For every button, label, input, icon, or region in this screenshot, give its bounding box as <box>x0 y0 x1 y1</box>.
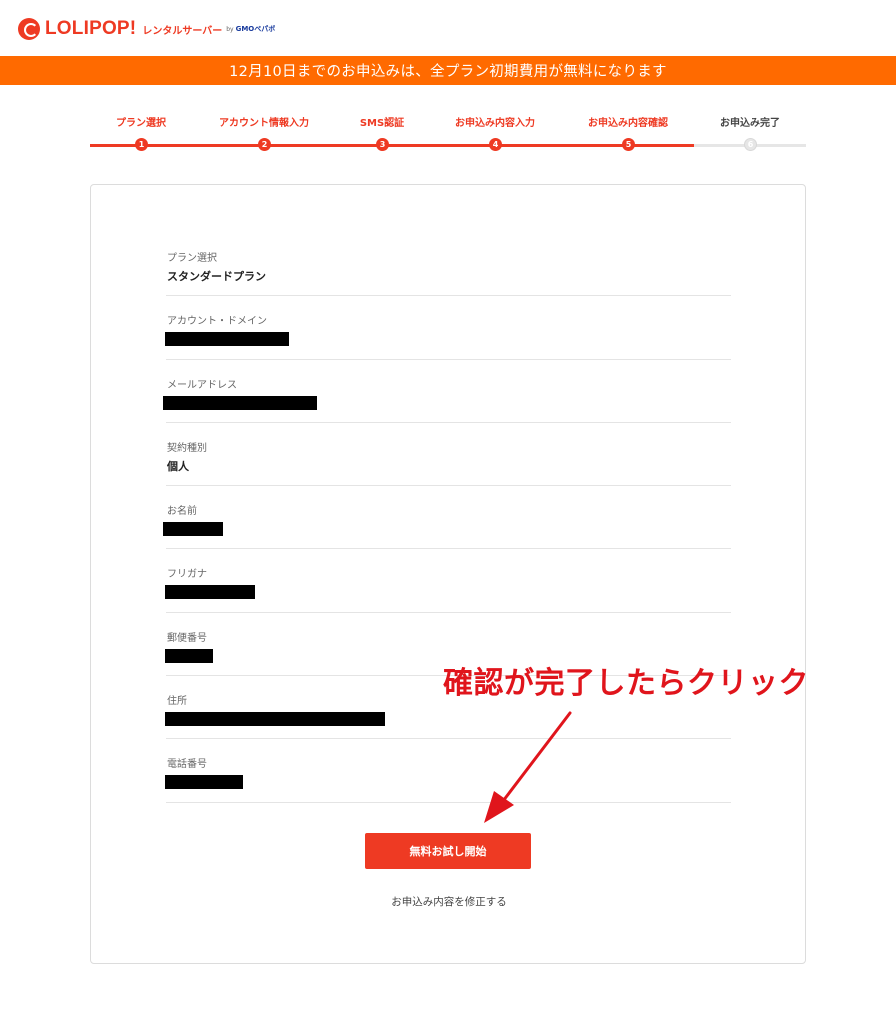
step-number: 4 <box>489 138 502 151</box>
step-plan-select: プラン選択 1 <box>76 110 206 151</box>
lolipop-logo-icon <box>18 18 40 40</box>
step-account-info: アカウント情報入力 2 <box>199 110 329 151</box>
redacted-value <box>165 775 243 790</box>
row-label: お名前 <box>167 506 197 518</box>
row-label: フリガナ <box>167 569 207 581</box>
step-progress-bar <box>90 144 694 147</box>
step-number: 5 <box>622 138 635 151</box>
summary-row-furigana: フリガナ <box>165 549 731 613</box>
step-label: SMS認証 <box>359 118 405 129</box>
row-value: スタンダードプラン <box>167 270 266 283</box>
redacted-value <box>165 585 255 600</box>
logo-text: LOLIPOP! <box>45 18 137 39</box>
campaign-banner: 12月10日までのお申込みは、全プラン初期費用が無料になります <box>0 56 896 85</box>
row-label: 契約種別 <box>167 442 207 454</box>
step-number: 6 <box>744 138 757 151</box>
step-label: プラン選択 <box>116 118 166 129</box>
redacted-value <box>165 712 385 727</box>
row-label: 電話番号 <box>167 759 207 771</box>
redacted-value <box>163 395 317 410</box>
summary-row-phone: 電話番号 <box>165 739 731 803</box>
step-number: 2 <box>258 138 271 151</box>
step-application-input: お申込み内容入力 4 <box>430 110 560 151</box>
step-number: 3 <box>376 138 389 151</box>
step-label: お申込み内容入力 <box>455 118 535 129</box>
step-application-complete: お申込み完了 6 <box>685 110 815 151</box>
edit-application-link[interactable]: お申込み内容を修正する <box>391 896 507 908</box>
summary-row-plan: プラン選択 スタンダードプラン <box>166 233 731 297</box>
row-label: メールアドレス <box>167 379 237 391</box>
row-label: 郵便番号 <box>167 632 207 644</box>
step-label: お申込み完了 <box>720 118 780 129</box>
summary-row-contract-type: 契約種別 個人 <box>166 423 731 487</box>
redacted-value <box>165 648 213 663</box>
redacted-value <box>163 522 223 537</box>
row-label: アカウント・ドメイン <box>167 316 267 328</box>
step-application-confirm: お申込み内容確認 5 <box>563 110 693 151</box>
logo-subtitle: レンタルサーバー <box>142 25 223 37</box>
instruction-annotation: 確認が完了したらクリック <box>443 666 809 701</box>
summary-row-account-domain: アカウント・ドメイン <box>165 296 731 360</box>
step-label: アカウント情報入力 <box>219 118 309 129</box>
step-label: お申込み内容確認 <box>588 118 668 129</box>
gmo-pepabo-logo: GMOペパボ <box>235 25 276 33</box>
progress-steps: プラン選択 1 アカウント情報入力 2 SMS認証 3 お申込み内容入力 4 お… <box>90 110 806 156</box>
summary-row-email: メールアドレス <box>163 360 731 423</box>
row-value: 個人 <box>167 459 189 473</box>
banner-text: 12月10日までのお申込みは、全プラン初期費用が無料になります <box>229 64 667 80</box>
annotation-arrow-icon <box>484 711 572 823</box>
summary-list: プラン選択 スタンダードプラン アカウント・ドメイン メールアドレス 契約種別 … <box>163 233 731 803</box>
redacted-value <box>165 332 289 347</box>
step-number: 1 <box>135 138 148 151</box>
summary-row-name: お名前 <box>163 486 731 550</box>
lolipop-logo[interactable]: LOLIPOP! レンタルサーバー by GMOペパボ <box>18 16 275 42</box>
step-sms-auth: SMS認証 3 <box>317 110 447 151</box>
logo-by: by <box>226 25 234 33</box>
row-label: プラン選択 <box>167 253 217 264</box>
confirmation-card: プラン選択 スタンダードプラン アカウント・ドメイン メールアドレス 契約種別 … <box>90 184 806 964</box>
start-free-trial-button[interactable]: 無料お試し開始 <box>365 833 531 869</box>
site-header: LOLIPOP! レンタルサーバー by GMOペパボ <box>0 0 896 56</box>
row-label: 住所 <box>167 696 187 708</box>
